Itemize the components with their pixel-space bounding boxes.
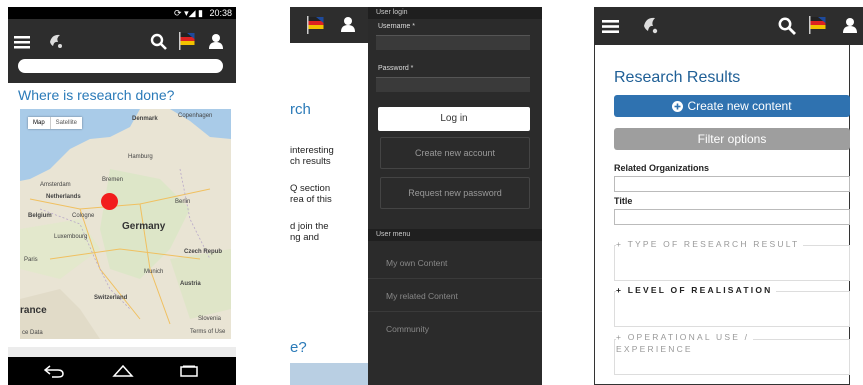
search-input[interactable] bbox=[18, 59, 223, 73]
map-label: Munich bbox=[144, 269, 164, 275]
user-icon[interactable] bbox=[842, 17, 858, 33]
map-label: Denmark bbox=[132, 116, 158, 122]
phone-screen-map: ⟳ ▾◢ ▮ 20:38 Where is research done? Map… bbox=[8, 7, 236, 385]
hamburger-menu-icon[interactable] bbox=[602, 19, 619, 34]
phone-screen-research-results: Research Results Create new content Filt… bbox=[594, 7, 863, 385]
map-type-satellite[interactable]: Satellite bbox=[51, 117, 82, 129]
map-label: Bremen bbox=[102, 177, 124, 183]
page-heading-bottom: e? bbox=[290, 339, 307, 356]
page-content-behind: rch interesting ch results Q section rea… bbox=[290, 43, 368, 385]
status-bar: ⟳ ▾◢ ▮ 20:38 bbox=[8, 7, 236, 19]
map-label: Hamburg bbox=[128, 154, 153, 160]
app-header bbox=[8, 19, 236, 83]
menu-item-own-content[interactable]: My own Content bbox=[368, 247, 542, 279]
user-drawer: User login Username * Password * Log in … bbox=[368, 7, 542, 385]
create-content-button[interactable]: Create new content bbox=[614, 95, 850, 117]
map-label: Copenhagen bbox=[178, 113, 213, 119]
page-title: Research Results bbox=[614, 69, 741, 86]
recent-apps-icon[interactable] bbox=[180, 365, 198, 377]
section-heading: Where is research done? bbox=[18, 87, 175, 103]
page-heading: rch bbox=[290, 101, 311, 118]
username-label: Username * bbox=[378, 23, 415, 30]
map-label: Netherlands bbox=[46, 194, 81, 200]
menu-item-related-content[interactable]: My related Content bbox=[368, 280, 542, 312]
map-label-country: rance bbox=[20, 305, 47, 316]
back-icon[interactable] bbox=[44, 364, 64, 378]
map-view[interactable]: Map Satellite Denmark Copenhagen Hamburg… bbox=[20, 109, 231, 339]
page-bottom bbox=[8, 347, 236, 357]
logo-icon[interactable] bbox=[640, 15, 664, 37]
menu-item-community[interactable]: Community bbox=[368, 313, 542, 345]
app-header bbox=[290, 7, 368, 43]
map-terms-link[interactable]: Terms of Use bbox=[190, 329, 225, 335]
map-type-map[interactable]: Map bbox=[28, 117, 51, 129]
user-icon[interactable] bbox=[340, 16, 356, 32]
search-icon[interactable] bbox=[778, 17, 796, 35]
search-icon[interactable] bbox=[150, 33, 167, 50]
language-flag-icon[interactable] bbox=[808, 16, 828, 34]
map-attribution: ce Data bbox=[22, 330, 43, 336]
map-label: Belgium bbox=[28, 213, 52, 219]
status-icons: ⟳ ▾◢ ▮ bbox=[174, 8, 206, 18]
map-label: Slovenia bbox=[198, 316, 222, 322]
title-input[interactable] bbox=[614, 209, 850, 225]
page-text-line: ng and bbox=[290, 232, 320, 243]
home-icon[interactable] bbox=[112, 364, 134, 378]
app-header bbox=[594, 7, 863, 45]
related-organizations-input[interactable] bbox=[614, 176, 850, 192]
request-password-button[interactable]: Request new password bbox=[380, 177, 530, 209]
login-button[interactable]: Log in bbox=[378, 107, 530, 131]
map-marker[interactable] bbox=[101, 193, 118, 210]
drawer-section-header: User login bbox=[368, 7, 542, 19]
plus-circle-icon bbox=[672, 101, 684, 112]
password-field[interactable] bbox=[376, 77, 530, 92]
page-text-line: rea of this bbox=[290, 194, 332, 205]
android-nav-bar bbox=[8, 357, 236, 385]
map-label: Berlin bbox=[175, 199, 191, 205]
related-organizations-label: Related Organizations bbox=[614, 163, 710, 173]
map-thumbnail bbox=[290, 363, 368, 385]
language-flag-icon[interactable] bbox=[306, 16, 326, 34]
language-flag-icon[interactable] bbox=[178, 32, 196, 50]
map-label-country: Germany bbox=[122, 221, 166, 232]
level-of-realisation-toggle[interactable]: + LEVEL OF REALISATION bbox=[616, 285, 777, 296]
status-time: 20:38 bbox=[209, 8, 232, 18]
map-label: Austria bbox=[180, 281, 201, 287]
drawer-section-header: User menu bbox=[368, 229, 542, 241]
map-label: Luxembourg bbox=[54, 234, 88, 240]
page-text-line: interesting bbox=[290, 145, 334, 156]
map-label: Cologne bbox=[72, 213, 95, 219]
title-label: Title bbox=[614, 196, 633, 206]
logo-icon[interactable] bbox=[46, 32, 68, 52]
map-label: Paris bbox=[24, 257, 38, 263]
page-text-line: ch results bbox=[290, 156, 331, 167]
map-type-toggle[interactable]: Map Satellite bbox=[28, 117, 83, 129]
password-label: Password * bbox=[378, 65, 414, 72]
page-text-line: Q section bbox=[290, 183, 331, 194]
username-field[interactable] bbox=[376, 35, 530, 50]
map-label: Switzerland bbox=[94, 295, 128, 301]
level-of-realisation-section[interactable] bbox=[614, 291, 850, 327]
operational-use-toggle-line2: EXPERIENCE bbox=[616, 344, 697, 355]
map-label: Czech Repub bbox=[184, 249, 223, 255]
page-text-line: d join the bbox=[290, 221, 329, 232]
type-of-research-result-toggle[interactable]: + TYPE OF RESEARCH RESULT bbox=[616, 239, 804, 250]
user-icon[interactable] bbox=[208, 33, 224, 49]
phone-screen-login-drawer: rch interesting ch results Q section rea… bbox=[290, 7, 542, 385]
create-account-button[interactable]: Create new account bbox=[380, 137, 530, 169]
filter-options-button[interactable]: Filter options bbox=[614, 128, 850, 150]
map-label: Amsterdam bbox=[40, 182, 71, 188]
type-of-research-result-section[interactable] bbox=[614, 245, 850, 281]
create-content-label: Create new content bbox=[687, 99, 792, 113]
hamburger-menu-icon[interactable] bbox=[14, 35, 30, 49]
operational-use-toggle[interactable]: + OPERATIONAL USE / bbox=[616, 332, 754, 343]
